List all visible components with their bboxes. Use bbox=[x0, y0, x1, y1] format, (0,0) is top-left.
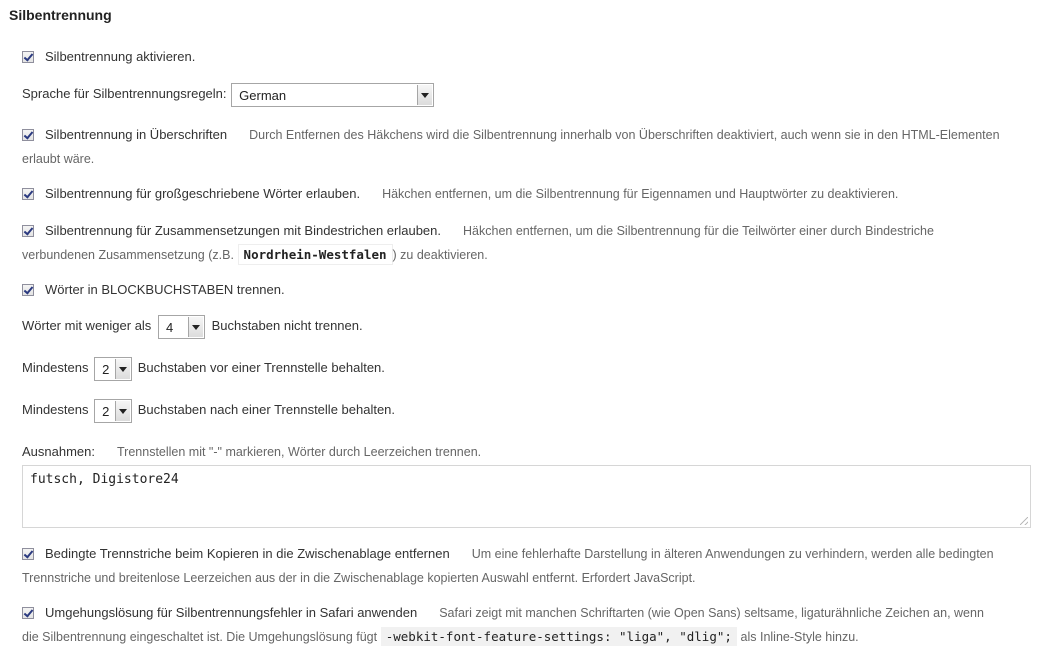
caps-description: Häkchen entfernen, um die Silbentrennung… bbox=[382, 187, 899, 201]
chevron-down-icon bbox=[115, 400, 131, 421]
min-after-suffix: Buchstaben nach einer Trennstelle behalt… bbox=[137, 402, 396, 417]
safari-row: Umgehungslösung für Silbentrennungsfehle… bbox=[22, 601, 1002, 649]
min-after-row: Mindestens 2 Buchstaben nach einer Trenn… bbox=[22, 398, 395, 423]
min-length-label: Wörter mit weniger als bbox=[22, 318, 152, 333]
language-select-value: German bbox=[239, 87, 287, 103]
min-before-select[interactable]: 2 bbox=[94, 356, 133, 381]
headings-row: Silbentrennung in Überschriften Durch Ent… bbox=[22, 123, 1002, 171]
min-before-suffix: Buchstaben vor einer Trennstelle behalte… bbox=[137, 360, 385, 375]
exceptions-row: Ausnahmen: Trennstellen mit "-" markieren… bbox=[22, 440, 481, 464]
safari-checkbox[interactable] bbox=[22, 607, 34, 619]
language-row: Sprache für Silbentrennungsregeln: Germa… bbox=[22, 82, 435, 107]
caps-checkbox[interactable] bbox=[22, 188, 34, 200]
language-select[interactable]: German bbox=[231, 82, 435, 107]
min-after-select[interactable]: 2 bbox=[94, 398, 133, 423]
headings-label: Silbentrennung in Überschriften bbox=[45, 127, 228, 142]
enable-row: Silbentrennung aktivieren. bbox=[22, 45, 195, 68]
safari-description-end: als Inline-Style hinzu. bbox=[740, 630, 859, 644]
min-after-label: Mindestens bbox=[22, 402, 89, 417]
min-before-row: Mindestens 2 Buchstaben vor einer Trenns… bbox=[22, 356, 385, 381]
headings-checkbox[interactable] bbox=[22, 129, 34, 141]
compounds-label: Silbentrennung für Zusammensetzungen mit… bbox=[45, 223, 442, 238]
min-length-suffix: Buchstaben nicht trennen. bbox=[211, 318, 363, 333]
clipboard-checkbox[interactable] bbox=[22, 548, 34, 560]
clipboard-row: Bedingte Trennstriche beim Kopieren in d… bbox=[22, 542, 1002, 590]
enable-checkbox[interactable] bbox=[22, 51, 34, 63]
chevron-down-icon bbox=[187, 316, 203, 337]
min-before-value: 2 bbox=[102, 361, 110, 377]
min-after-value: 2 bbox=[102, 403, 110, 419]
safari-code: -webkit-font-feature-settings: "liga", "… bbox=[380, 627, 737, 646]
allcaps-row: Wörter in BLOCKBUCHSTABEN trennen. bbox=[22, 278, 285, 301]
allcaps-checkbox[interactable] bbox=[22, 284, 34, 296]
caps-label: Silbentrennung für großgeschriebene Wört… bbox=[45, 186, 361, 201]
min-before-label: Mindestens bbox=[22, 360, 89, 375]
min-length-select[interactable]: 4 bbox=[157, 314, 205, 339]
exceptions-textarea[interactable]: futsch, Digistore24 bbox=[22, 465, 1031, 528]
exceptions-description: Trennstellen mit "-" markieren, Wörter d… bbox=[117, 445, 482, 459]
caps-row: Silbentrennung für großgeschriebene Wört… bbox=[22, 182, 898, 206]
min-length-value: 4 bbox=[165, 319, 174, 335]
safari-label: Umgehungslösung für Silbentrennungsfehle… bbox=[45, 605, 418, 620]
exceptions-value: futsch, Digistore24 bbox=[30, 472, 179, 487]
enable-label: Silbentrennung aktivieren. bbox=[45, 49, 196, 64]
chevron-down-icon bbox=[115, 358, 131, 379]
section-title: Silbentrennung bbox=[9, 7, 112, 23]
exceptions-label: Ausnahmen: bbox=[22, 444, 95, 459]
allcaps-label: Wörter in BLOCKBUCHSTABEN trennen. bbox=[45, 282, 285, 297]
clipboard-label: Bedingte Trennstriche beim Kopieren in d… bbox=[45, 546, 450, 561]
chevron-down-icon bbox=[417, 84, 433, 105]
min-length-row: Wörter mit weniger als 4 Buchstaben nich… bbox=[22, 314, 363, 339]
language-label: Sprache für Silbentrennungsregeln: bbox=[22, 86, 227, 101]
compound-example: Nordrhein-Westfalen bbox=[237, 244, 393, 265]
compounds-checkbox[interactable] bbox=[22, 225, 34, 237]
compounds-description-end: ) zu deaktivieren. bbox=[392, 248, 488, 262]
compounds-row: Silbentrennung für Zusammensetzungen mit… bbox=[22, 219, 1002, 267]
resize-handle-icon[interactable] bbox=[1020, 517, 1028, 525]
